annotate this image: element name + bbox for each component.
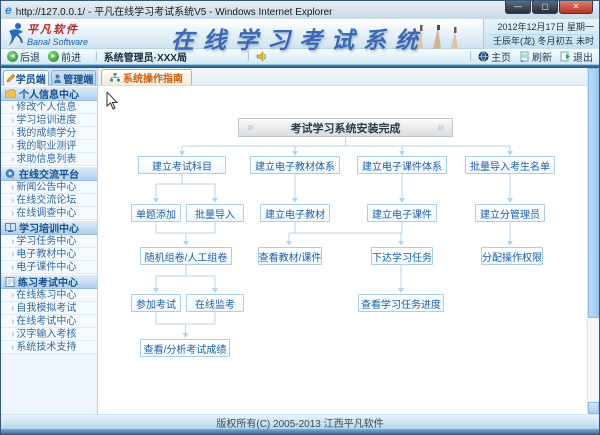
sidebar-item-training-progress[interactable]: ›学习培训进度 <box>1 114 97 127</box>
back-icon: ◄ <box>7 51 18 62</box>
browser-window: e http://127.0.0.1/ - 平凡在线学习考试系统V5 - Win… <box>0 0 600 435</box>
home-button[interactable]: 主页 <box>478 49 511 64</box>
minimize-button[interactable]: — <box>505 1 531 14</box>
flow-node-create-subadmin: 建立分管理员 <box>475 204 545 222</box>
flow-node-assign-tasks: 下达学习任务 <box>371 247 433 265</box>
flow-node-create-courseware: 建立电子课件 <box>367 204 437 222</box>
flow-node-create-textbook: 建立电子教材 <box>260 204 330 222</box>
pen-icon <box>6 74 15 83</box>
main-panel: 系统操作指南 <box>98 68 587 414</box>
app-header: 平凡软件 Banal Software 在线学习考试系统 2012年12月17日… <box>1 19 599 49</box>
sidebar-item-typing-test[interactable]: ›汉字输入考核 <box>1 328 97 341</box>
refresh-button[interactable]: 刷新 <box>519 49 552 64</box>
tab-student[interactable]: 学员端 <box>3 70 49 86</box>
flow-node-create-subjects: 建立考试科目 <box>138 156 226 174</box>
sidebar-item-e-courseware[interactable]: ›电子课件中心 <box>1 261 97 274</box>
sidebar-item-online-exam[interactable]: ›在线考试中心 <box>1 315 97 328</box>
scrollbar-down-button[interactable] <box>588 402 599 414</box>
brush-decoration <box>411 25 471 49</box>
logo-mark-icon <box>5 21 27 47</box>
vertical-scrollbar[interactable] <box>587 68 599 414</box>
mouse-cursor <box>106 92 118 110</box>
sidebar-item-survey[interactable]: ›在线调查中心 <box>1 207 97 220</box>
folder-icon <box>5 89 16 98</box>
date-panel: 2012年12月17日 星期一 壬辰年(龙) 冬月初五 未时 <box>483 19 599 49</box>
flow-node-online-proctor: 在线监考 <box>186 294 244 312</box>
chevron-right-decoration: » <box>437 120 444 134</box>
flow-node-assign-permissions: 分配操作权限 <box>481 247 543 265</box>
flow-start-node: » 考试学习系统安装完成 » <box>238 118 453 137</box>
sidebar-item-news[interactable]: ›新闻公告中心 <box>1 181 97 194</box>
book-icon <box>5 223 16 232</box>
site-title: 在线学习考试系统 <box>171 21 427 55</box>
flow-node-analyze-results: 查看/分析考试成绩 <box>140 339 230 357</box>
chevron-left-decoration: » <box>247 120 254 134</box>
flow-node-textbook-system: 建立电子教材体系 <box>250 156 340 174</box>
flow-node-view-task-progress: 查看学习任务进度 <box>358 294 444 312</box>
section-personal-info[interactable]: 个人信息中心 <box>1 86 97 101</box>
ie-icon: e <box>5 5 12 15</box>
sidebar-item-mock-exam[interactable]: ›自我模拟考试 <box>1 302 97 315</box>
main-tab-bar: 系统操作指南 <box>98 68 587 86</box>
window-bottom-border <box>1 429 599 434</box>
chat-icon <box>5 169 16 179</box>
logo-text-en: Banal Software <box>27 37 88 47</box>
back-button[interactable]: ◄ 后退 <box>7 49 40 64</box>
sidebar-item-online-practice[interactable]: ›在线练习中心 <box>1 289 97 302</box>
sidebar-item-tech-support[interactable]: ›系统技术支持 <box>1 341 97 354</box>
flow-node-import-candidates: 批量导入考生名单 <box>465 156 555 174</box>
footer: 版权所有(C) 2005-2013 江西平凡软件 <box>1 414 599 429</box>
sidebar-item-e-textbooks[interactable]: ›电子教材中心 <box>1 248 97 261</box>
scrollbar-track[interactable] <box>588 318 599 402</box>
sitemap-icon <box>110 73 120 82</box>
exit-icon <box>560 51 571 62</box>
globe-icon <box>478 51 489 62</box>
lunar-date-line: 壬辰年(龙) 冬月初五 未时 <box>489 35 594 48</box>
sidebar-item-career-test[interactable]: ›我的职业测评 <box>1 140 97 153</box>
exit-button[interactable]: 退出 <box>560 49 593 64</box>
section-exam-center[interactable]: 练习考试中心 <box>1 274 97 289</box>
sidebar-tab-bar: 学员端 管理端 <box>1 68 97 86</box>
flow-node-add-single: 单题添加 <box>131 204 181 222</box>
logo-text-cn: 平凡软件 <box>27 21 88 37</box>
scrollbar-thumb[interactable] <box>588 68 599 318</box>
flow-node-courseware-system: 建立电子课件体系 <box>357 156 447 174</box>
forward-button[interactable]: ► 前进 <box>48 49 81 64</box>
flow-node-assemble-paper: 随机组卷/人工组卷 <box>140 247 232 265</box>
flow-node-batch-import: 批量导入 <box>186 204 244 222</box>
window-title: http://127.0.0.1/ - 平凡在线学习考试系统V5 - Windo… <box>16 3 333 18</box>
close-button[interactable]: ✕ <box>559 1 593 14</box>
refresh-icon <box>519 51 530 62</box>
sidebar-item-edit-profile[interactable]: ›修改个人信息 <box>1 101 97 114</box>
sidebar-item-help-list[interactable]: ›求助信息列表 <box>1 153 97 166</box>
logo: 平凡软件 Banal Software <box>1 19 121 48</box>
date-line: 2012年12月17日 星期一 <box>489 21 594 35</box>
title-bar[interactable]: e http://127.0.0.1/ - 平凡在线学习考试系统V5 - Win… <box>1 1 599 19</box>
section-online-exchange[interactable]: 在线交流平台 <box>1 166 97 181</box>
flow-node-view-materials: 查看教材/课件 <box>258 247 322 265</box>
person-icon <box>53 74 62 83</box>
flow-node-take-exam: 参加考试 <box>131 294 181 312</box>
copyright-text: 版权所有(C) 2005-2013 江西平凡软件 <box>216 415 383 430</box>
exam-sheet-icon <box>5 277 15 287</box>
tab-admin[interactable]: 管理端 <box>51 70 97 86</box>
sidebar-item-my-scores[interactable]: ›我的成绩学分 <box>1 127 97 140</box>
flowchart-area: » 考试学习系统安装完成 » 建立考试科目 建立电子教材体系 建立电子课件体系 … <box>98 86 587 414</box>
sidebar-item-learning-tasks[interactable]: ›学习任务中心 <box>1 235 97 248</box>
forward-icon: ► <box>48 51 59 62</box>
sidebar: 学员端 管理端 个人信息中心 ›修改个人信息 ›学习培训进度 ›我的成绩学分 <box>1 68 98 414</box>
sidebar-item-forum[interactable]: ›在线交流论坛 <box>1 194 97 207</box>
maximize-button[interactable]: ▢ <box>532 1 558 14</box>
tab-system-guide[interactable]: 系统操作指南 <box>101 69 192 85</box>
section-learning-center[interactable]: 学习培训中心 <box>1 220 97 235</box>
